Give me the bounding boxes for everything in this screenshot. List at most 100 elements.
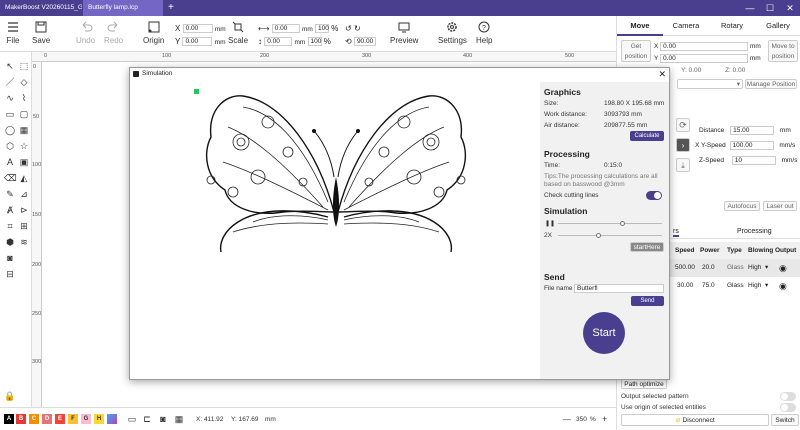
manage-position-button[interactable]: Manage Position xyxy=(745,79,797,89)
save-button[interactable]: Save xyxy=(32,20,50,45)
eraser-icon[interactable]: ⌫ xyxy=(4,172,17,184)
box-3d-icon[interactable]: ⬢ xyxy=(4,236,16,248)
preview-button[interactable]: Preview xyxy=(390,20,418,45)
rounded-rect-icon[interactable]: ▢ xyxy=(18,108,30,120)
table-icon[interactable]: ⊟ xyxy=(4,268,16,280)
jog-up-left-button[interactable]: ⟳ xyxy=(676,118,690,132)
line-icon[interactable]: ／ xyxy=(4,76,16,88)
curve-icon[interactable]: ∿ xyxy=(4,92,16,104)
tab-processing[interactable]: Processing xyxy=(737,228,772,235)
tab-app[interactable]: MakerBoost V20260115_Global xyxy=(0,0,82,16)
rotate-cw-icon[interactable]: ↻ xyxy=(354,24,361,33)
settings-button[interactable]: Settings xyxy=(438,20,467,45)
tab-rotary[interactable]: Rotary xyxy=(709,16,755,36)
move-to-position-button[interactable]: Move to position xyxy=(768,40,798,62)
origin-button[interactable]: Origin xyxy=(143,20,164,45)
output-selected-toggle[interactable] xyxy=(780,392,796,401)
tab-gallery[interactable]: Gallery xyxy=(755,16,800,36)
text-icon[interactable]: A xyxy=(4,156,16,168)
offset-icon[interactable]: ⊳ xyxy=(18,204,30,216)
send-button[interactable]: Send xyxy=(631,296,664,306)
align-icon[interactable]: ⊏ xyxy=(141,413,153,425)
z-speed-input[interactable]: 10 xyxy=(731,156,776,165)
minimize-button[interactable]: — xyxy=(740,0,760,16)
width-pct-input[interactable]: 100 xyxy=(315,24,330,34)
more-colors-chip[interactable] xyxy=(107,414,117,424)
distance-input[interactable]: 15.00 xyxy=(730,126,775,135)
get-position-button[interactable]: Get position xyxy=(621,40,651,62)
autofocus-button[interactable]: Autofocus xyxy=(724,201,760,211)
mirror-icon[interactable]: ◭ xyxy=(18,172,30,184)
measure-icon[interactable]: ⊿ xyxy=(18,188,30,200)
layer-chip[interactable]: A xyxy=(4,414,14,424)
layer-chip[interactable]: C xyxy=(29,414,39,424)
rotate-input[interactable]: 90.00 xyxy=(353,37,376,47)
eye-icon[interactable]: ◉ xyxy=(779,277,787,295)
maximize-button[interactable]: ☐ xyxy=(760,0,780,16)
layer-chip[interactable]: H xyxy=(94,414,104,424)
rotate-ccw-icon[interactable]: ↺ xyxy=(345,24,352,33)
ai-text-icon[interactable]: Ⱥ xyxy=(4,204,16,216)
select-icon[interactable]: ↖ xyxy=(4,60,16,72)
file-button[interactable]: File xyxy=(6,20,20,45)
check-cutting-toggle[interactable] xyxy=(646,191,662,200)
tab-camera[interactable]: Camera xyxy=(663,16,709,36)
ellipse-icon[interactable]: ◯ xyxy=(4,124,16,136)
tab-layers[interactable]: rs xyxy=(673,228,679,237)
help-button[interactable]: ? Help xyxy=(476,20,492,45)
start-here-button[interactable]: startHere xyxy=(630,242,664,252)
star-icon[interactable]: ☆ xyxy=(18,140,30,152)
use-origin-toggle[interactable] xyxy=(780,403,796,412)
disconnect-button[interactable]: ⊘ Disconnect xyxy=(621,414,769,426)
calculate-button[interactable]: Calculate xyxy=(630,131,664,141)
polygon-icon[interactable]: ⬡ xyxy=(4,140,16,152)
eye-icon[interactable]: ◉ xyxy=(779,259,787,277)
file-name-input[interactable]: Butterfl xyxy=(574,284,664,293)
tab-document[interactable]: Butterfly lamp.lcp xyxy=(83,0,163,16)
node-edit-icon[interactable]: ◇ xyxy=(18,76,30,88)
xy-speed-input[interactable]: 100.00 xyxy=(729,141,774,150)
lock-icon[interactable]: 🔒 xyxy=(4,390,16,402)
height-input[interactable]: 0.00 xyxy=(264,37,293,47)
position-dropdown[interactable]: ▾ xyxy=(677,79,743,89)
tab-move[interactable]: Move xyxy=(617,16,663,36)
layer-chip[interactable]: G xyxy=(81,414,91,424)
layer-blowing[interactable]: High xyxy=(748,277,761,295)
grid-array-icon[interactable]: ▦ xyxy=(18,124,30,136)
jog-down-button[interactable]: ⤓ xyxy=(676,158,690,172)
switch-button[interactable]: Switch xyxy=(771,414,799,426)
pause-button[interactable]: ❚❚ xyxy=(545,220,555,227)
start-button[interactable]: Start xyxy=(583,312,625,354)
new-tab-button[interactable]: + xyxy=(168,0,174,16)
polyline-icon[interactable]: ⌇ xyxy=(18,92,30,104)
crop-icon[interactable]: ⌗ xyxy=(4,220,16,232)
zoom-out-button[interactable]: — xyxy=(563,415,571,424)
speed-slider[interactable] xyxy=(558,233,662,238)
frame-icon[interactable]: ▭ xyxy=(126,413,138,425)
y-input[interactable]: 0.00 xyxy=(182,37,213,47)
layer-chip[interactable]: D xyxy=(42,414,52,424)
pos-x-input[interactable]: 0.00 xyxy=(660,42,749,51)
camera-icon[interactable]: ◙ xyxy=(4,252,16,264)
weld-icon[interactable]: ⊞ xyxy=(18,220,30,232)
x-input[interactable]: 0.00 xyxy=(182,24,213,34)
redo-button[interactable]: Redo xyxy=(104,20,123,45)
layer-blowing[interactable]: High xyxy=(748,259,761,277)
pos-y-input[interactable]: 0.00 xyxy=(660,54,749,63)
undo-button[interactable]: Undo xyxy=(76,20,95,45)
layer-chip[interactable]: E xyxy=(55,414,65,424)
close-button[interactable]: ✕ xyxy=(780,0,800,16)
speed-knob[interactable] xyxy=(596,233,601,238)
path-optimize-button[interactable]: Path optimize xyxy=(621,379,667,389)
laser-out-button[interactable]: Laser out xyxy=(763,201,797,211)
layer-chip[interactable]: B xyxy=(16,414,26,424)
layers-icon[interactable]: ≋ xyxy=(18,236,30,248)
width-input[interactable]: 0.00 xyxy=(271,24,300,34)
jog-right-button[interactable]: › xyxy=(676,138,690,152)
progress-knob[interactable] xyxy=(620,221,625,226)
image-icon[interactable]: ▣ xyxy=(18,156,30,168)
pen-icon[interactable]: ✎ xyxy=(4,188,16,200)
layer-chip[interactable]: F xyxy=(68,414,78,424)
scale-button[interactable]: Scale xyxy=(228,20,248,45)
dialog-close-button[interactable]: ✕ xyxy=(658,68,666,80)
